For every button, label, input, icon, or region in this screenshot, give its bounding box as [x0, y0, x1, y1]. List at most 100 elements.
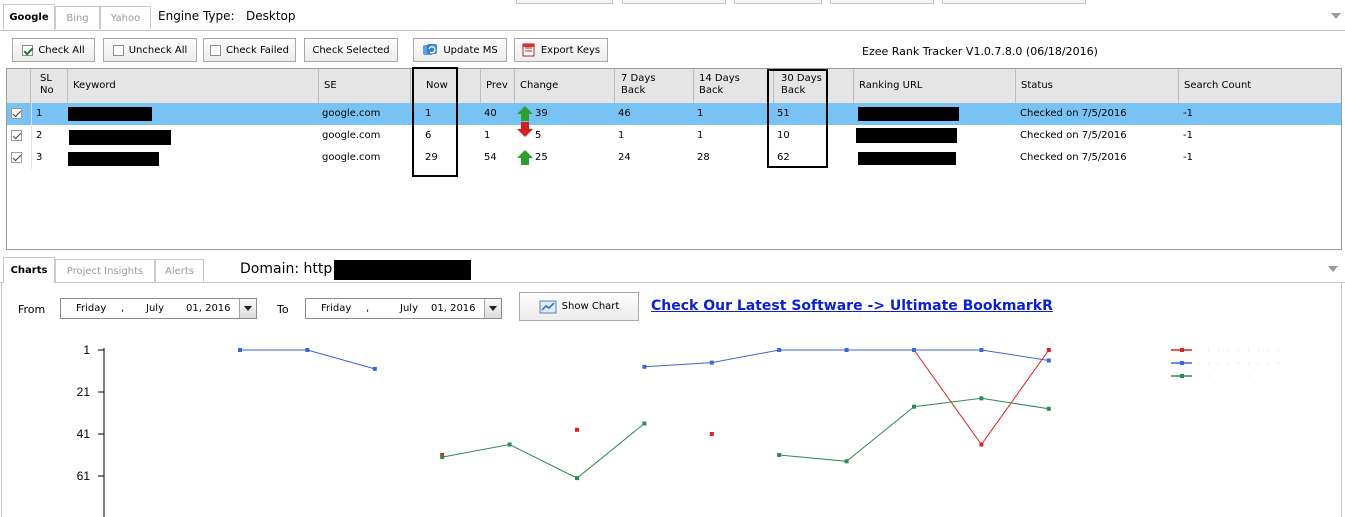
- redacted-url: [858, 107, 959, 121]
- show-chart-button[interactable]: Show Chart: [519, 292, 639, 321]
- chart-icon: [539, 300, 557, 313]
- export-keys-button[interactable]: Export Keys: [514, 38, 608, 62]
- dropdown-arrow-icon[interactable]: [239, 299, 256, 318]
- redacted-keyword: [69, 130, 171, 145]
- header-change[interactable]: Change: [515, 69, 615, 103]
- row-checkbox[interactable]: [11, 130, 22, 141]
- check-selected-button[interactable]: Check Selected: [304, 38, 398, 62]
- update-ms-label: Update MS: [443, 44, 498, 56]
- header-14-days-label: 14 Days Back: [699, 73, 740, 96]
- header-keyword[interactable]: Keyword: [68, 69, 319, 103]
- cell-status: Checked on 7/5/2016: [1020, 130, 1127, 141]
- cell-se: google.com: [322, 152, 381, 163]
- cell-sl-no: 2: [36, 130, 43, 141]
- series-1-point: [1046, 358, 1051, 363]
- series-2-point: [777, 453, 782, 457]
- header-select: [7, 69, 31, 103]
- header-se[interactable]: SE: [319, 69, 411, 103]
- tab-charts[interactable]: Charts: [3, 257, 55, 283]
- arrow-up-icon: [517, 150, 533, 165]
- header-status[interactable]: Status: [1016, 69, 1179, 103]
- to-date: 01, 2016: [431, 303, 476, 314]
- table-row[interactable]: 1 google.com 1 40 39 46 1 51 Checked on …: [7, 103, 1341, 125]
- legend-marker: [1180, 361, 1184, 365]
- series-0-point: [979, 442, 984, 447]
- cell-7-days: 46: [618, 108, 631, 119]
- toolbar-edge: [516, 0, 613, 4]
- tab-yahoo[interactable]: Yahoo: [100, 6, 151, 29]
- legend-marker: [1180, 348, 1184, 352]
- series-1-point: [709, 360, 714, 365]
- series-1-point: [912, 348, 916, 352]
- arrow-down-icon: [517, 122, 533, 137]
- row-checkbox[interactable]: [11, 108, 22, 119]
- collapse-arrow-icon[interactable]: [1331, 13, 1341, 19]
- from-date-picker[interactable]: Friday , July 01, 2016: [60, 298, 257, 319]
- header-search-count[interactable]: Search Count: [1179, 69, 1341, 103]
- to-date-picker[interactable]: Friday , July 01, 2016: [305, 298, 502, 319]
- engine-type-label: Engine Type:: [158, 9, 235, 23]
- tab-alerts[interactable]: Alerts: [155, 259, 204, 282]
- table-row[interactable]: 2 google.com 6 1 5 1 1 10 Checked on 7/5…: [7, 122, 1341, 147]
- cell-se: google.com: [322, 108, 381, 119]
- from-sep: ,: [121, 303, 125, 314]
- row-checkbox[interactable]: [11, 152, 22, 163]
- cell-prev: 54: [484, 152, 497, 163]
- series-1-point: [305, 348, 310, 352]
- export-icon: [522, 43, 535, 57]
- highlight-box-now: [412, 67, 458, 177]
- series-0-point: [575, 427, 579, 432]
- checkbox-checked-icon: [22, 44, 34, 56]
- cell-7-days: 24: [618, 152, 631, 163]
- series-2-point: [844, 459, 849, 464]
- check-all-button[interactable]: Check All: [12, 38, 95, 62]
- cell-14-days: 1: [697, 108, 704, 119]
- cell-change: 39: [535, 108, 548, 119]
- dropdown-arrow-icon[interactable]: [484, 299, 501, 318]
- cell-search-count: -1: [1183, 130, 1193, 141]
- arrow-up-icon: [517, 106, 533, 121]
- cell-14-days: 28: [697, 152, 710, 163]
- redacted-keyword: [68, 152, 159, 166]
- cell-sl-no: 3: [36, 152, 43, 163]
- cell-search-count: -1: [1183, 108, 1193, 119]
- tab-bing[interactable]: Bing: [55, 6, 100, 29]
- to-label: To: [277, 303, 289, 316]
- series-0-point: [709, 432, 714, 436]
- header-14-days[interactable]: 14 Days Back: [694, 69, 774, 103]
- checkbox-empty-icon: [210, 44, 222, 56]
- header-7-days[interactable]: 7 Days Back: [615, 69, 694, 103]
- series-2-point: [1046, 406, 1051, 411]
- check-failed-label: Check Failed: [226, 44, 289, 56]
- collapse-arrow-icon[interactable]: [1328, 266, 1338, 272]
- to-day: Friday: [321, 303, 352, 314]
- cell-prev: 40: [484, 108, 497, 119]
- header-ranking-url[interactable]: Ranking URL: [854, 69, 1016, 103]
- check-all-label: Check All: [38, 44, 85, 56]
- tab-google[interactable]: Google: [3, 4, 55, 30]
- header-sl-no[interactable]: SL No: [31, 69, 68, 103]
- series-1-line: [644, 349, 1049, 368]
- show-chart-label: Show Chart: [561, 301, 620, 312]
- engine-type-value: Desktop: [246, 9, 296, 23]
- rank-chart: 1 21 41 61: [77, 343, 1280, 517]
- series-0-point: [1046, 348, 1051, 352]
- cell-sl-no: 1: [36, 108, 43, 119]
- toolbar-edge: [622, 0, 726, 4]
- y-tick-label: 41: [77, 427, 91, 441]
- version-label: Ezee Rank Tracker V1.0.7.8.0 (06/18/2016…: [862, 45, 1098, 58]
- redacted-url: [858, 152, 956, 165]
- series-2-point: [642, 421, 647, 426]
- keyword-grid: SL No Keyword SE Now Prev Change 7 Days …: [6, 68, 1342, 250]
- promo-link[interactable]: Check Our Latest Software -> Ultimate Bo…: [651, 298, 1053, 314]
- cell-14-days: 1: [697, 130, 704, 141]
- series-2-point: [507, 442, 512, 447]
- series-1-point: [372, 366, 377, 371]
- check-failed-button[interactable]: Check Failed: [203, 38, 296, 62]
- table-row[interactable]: 3 google.com 29 54 25 24 28 62 Checked o…: [7, 147, 1341, 169]
- tab-project-insights[interactable]: Project Insights: [55, 259, 155, 282]
- from-month: July: [146, 303, 164, 314]
- update-ms-button[interactable]: Update MS: [413, 38, 507, 62]
- uncheck-all-button[interactable]: Uncheck All: [103, 38, 197, 62]
- header-prev[interactable]: Prev: [481, 69, 515, 103]
